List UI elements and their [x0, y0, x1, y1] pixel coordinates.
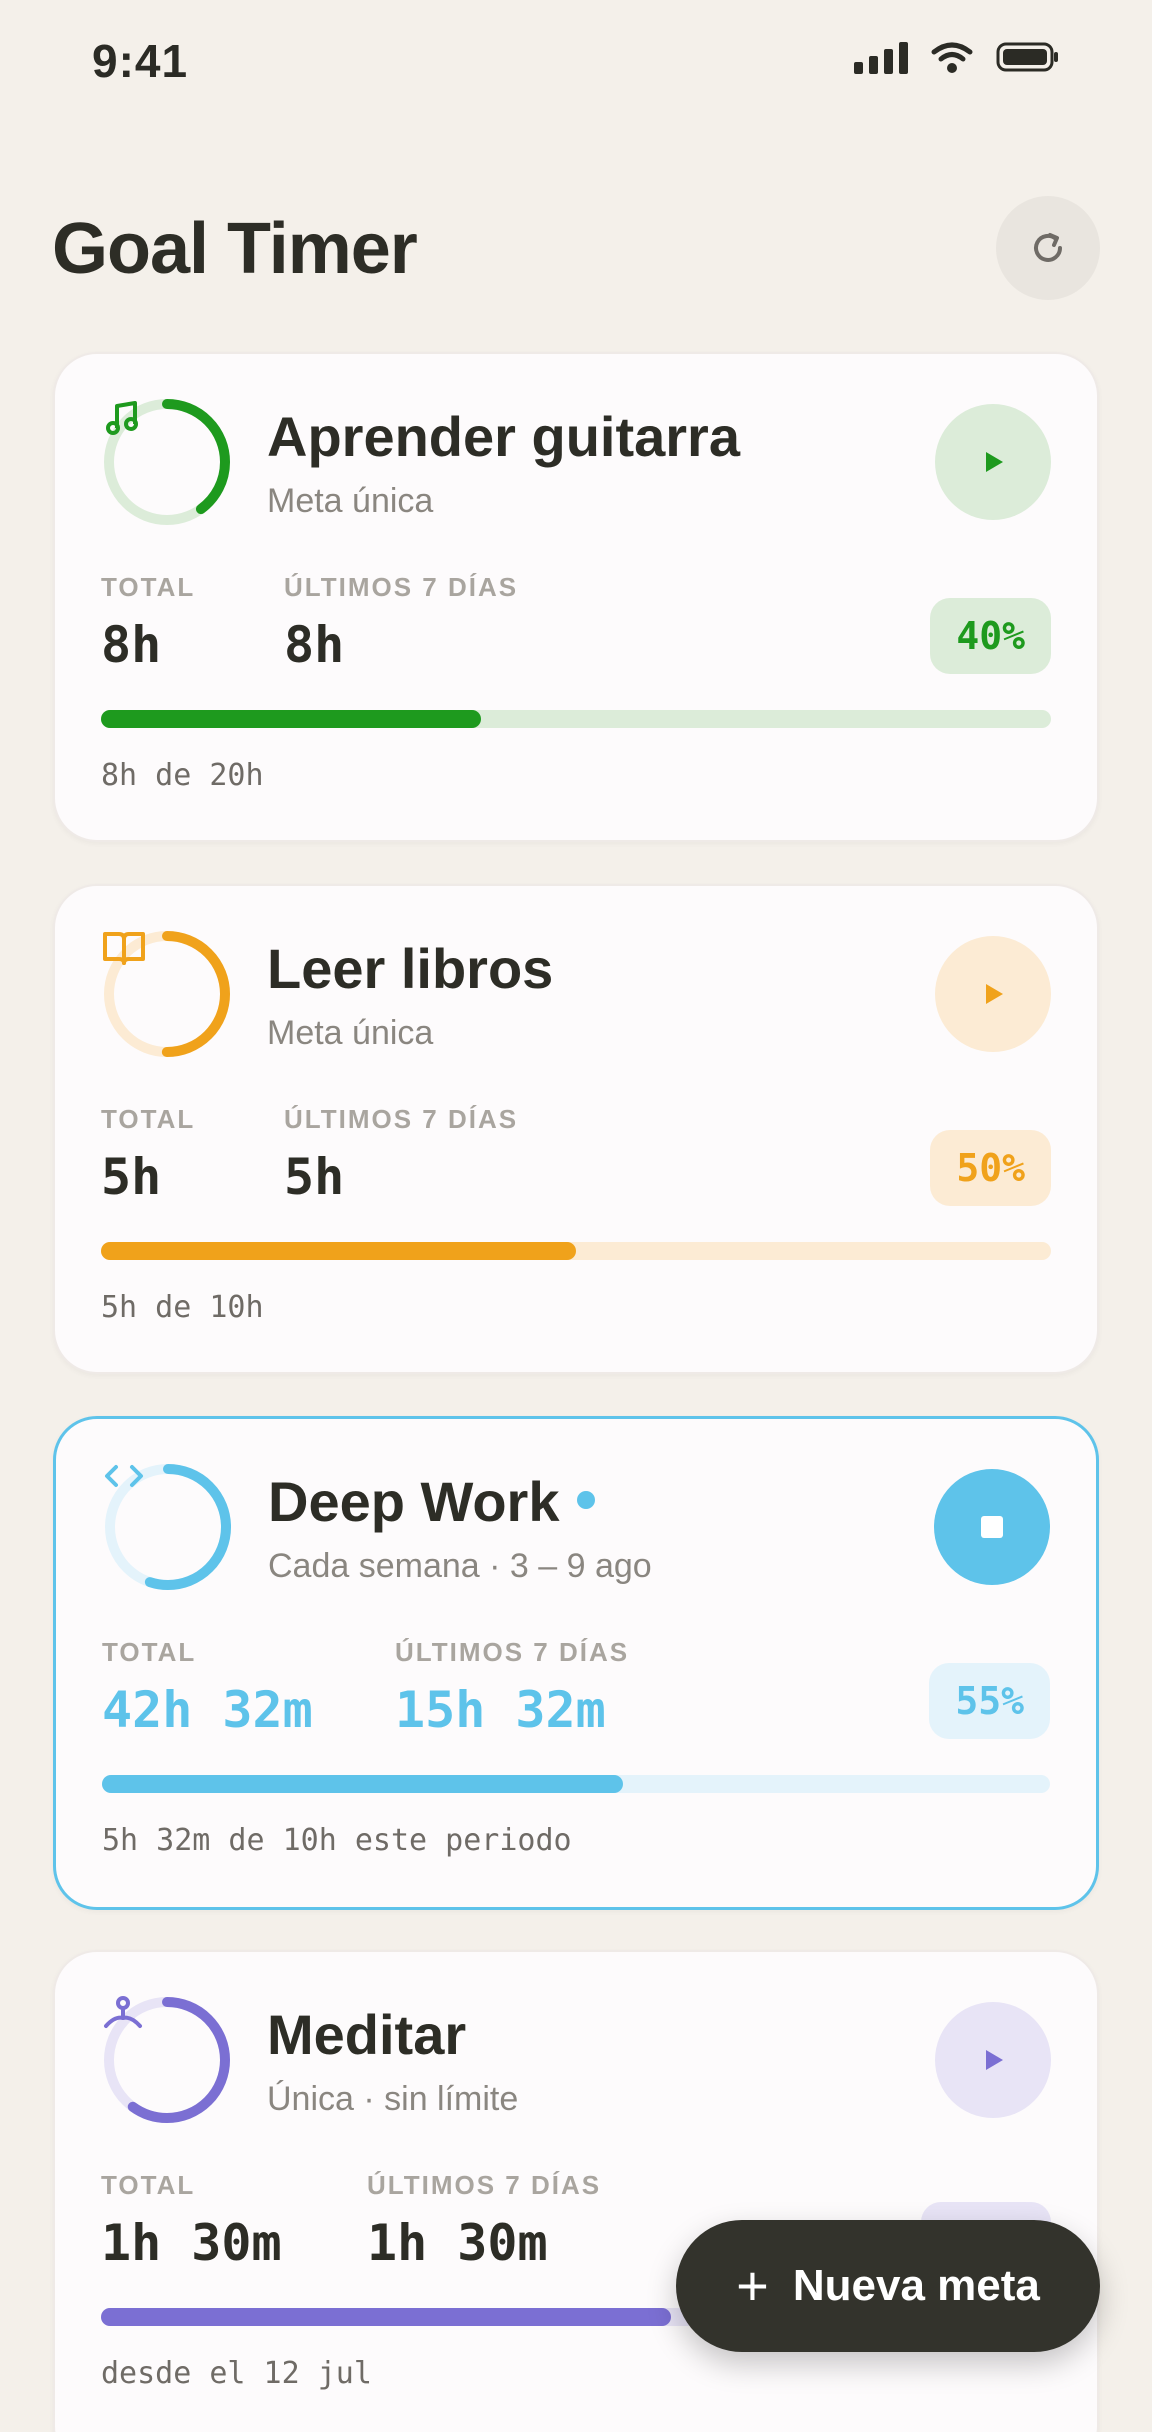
status-bar: 9:41: [0, 0, 1152, 120]
total-label: TOTAL: [101, 2170, 196, 2200]
play-icon: [986, 2050, 1003, 2070]
meditation-icon: [104, 1996, 142, 2028]
progress-bar: [101, 1242, 1051, 1260]
goal-subtitle: Cada semana · 3 – 9 ago: [268, 1547, 652, 1585]
progress-ring: [101, 1994, 233, 2126]
play-icon: [986, 452, 1003, 472]
progress-ring: [101, 396, 233, 528]
progress-ring: [102, 1461, 234, 1593]
total-label: TOTAL: [101, 572, 196, 602]
progress-bar-fill: [101, 1242, 576, 1260]
wifi-icon: [931, 42, 973, 73]
percent-badge: 50%: [930, 1130, 1051, 1206]
last7-value: 1h 30m: [367, 2214, 548, 2272]
progress-bar-fill: [102, 1775, 624, 1793]
page-title: Goal Timer: [52, 209, 418, 289]
total-label: TOTAL: [102, 1637, 197, 1667]
play-button[interactable]: [935, 2002, 1051, 2118]
status-icons: [854, 40, 1060, 74]
progress-bar: [101, 710, 1051, 728]
battery-icon: [996, 42, 1058, 72]
goal-title: Leer libros: [267, 937, 554, 1000]
goal-subtitle: Meta única: [267, 1014, 434, 1052]
total-value: 1h 30m: [101, 2214, 282, 2272]
total-value: 42h 32m: [102, 1681, 313, 1739]
goal-subtitle: Meta única: [267, 482, 434, 520]
last7-value: 5h: [284, 1148, 345, 1206]
play-button[interactable]: [935, 936, 1051, 1052]
total-value: 5h: [101, 1148, 162, 1206]
plus-icon: +: [736, 2254, 769, 2317]
progress-caption: 8h de 20h: [101, 758, 264, 793]
goal-subtitle: Única · sin límite: [267, 2080, 519, 2118]
percent-badge: 40%: [930, 598, 1051, 674]
last7-label: ÚLTIMOS 7 DÍAS: [395, 1637, 630, 1667]
goal-title: Aprender guitarra: [267, 405, 740, 468]
total-label: TOTAL: [101, 1104, 196, 1134]
status-time: 9:41: [92, 35, 189, 87]
last7-label: ÚLTIMOS 7 DÍAS: [367, 2170, 602, 2200]
new-goal-label: Nueva meta: [792, 2261, 1040, 2310]
progress-ring: [101, 928, 233, 1060]
progress-bar: [102, 1775, 1050, 1793]
code-icon: [105, 1465, 143, 1487]
goal-card[interactable]: Meditar Única · sin límite TOTAL ÚLTIMOS…: [53, 1950, 1099, 2432]
goal-card-active[interactable]: Deep Work Cada semana · 3 – 9 ago TOTAL …: [53, 1416, 1099, 1910]
play-button[interactable]: [935, 404, 1051, 520]
goal-card[interactable]: Aprender guitarra Meta única TOTAL ÚLTIM…: [53, 352, 1099, 842]
goal-title: Deep Work: [268, 1469, 596, 1534]
goal-card[interactable]: Leer libros Meta única TOTAL ÚLTIMOS 7 D…: [53, 884, 1099, 1374]
progress-bar-fill: [101, 710, 481, 728]
percent-badge: 55%: [929, 1663, 1050, 1739]
goal-title: Meditar: [267, 2003, 467, 2066]
refresh-icon: [1034, 233, 1062, 262]
progress-bar-fill: [101, 2308, 671, 2326]
refresh-button[interactable]: [996, 196, 1100, 300]
goal-title-text: Deep Work: [268, 1470, 560, 1533]
stop-icon: [981, 1516, 1003, 1538]
last7-label: ÚLTIMOS 7 DÍAS: [284, 572, 519, 602]
music-note-icon: [106, 401, 138, 435]
total-value: 8h: [101, 616, 162, 674]
progress-caption: 5h 32m de 10h este periodo: [102, 1823, 572, 1858]
last7-label: ÚLTIMOS 7 DÍAS: [284, 1104, 519, 1134]
last7-value: 15h 32m: [395, 1681, 606, 1739]
progress-caption: desde el 12 jul: [101, 2356, 372, 2391]
new-goal-button[interactable]: + Nueva meta: [676, 2220, 1100, 2352]
last7-value: 8h: [284, 616, 345, 674]
play-icon: [986, 984, 1003, 1004]
cellular-signal-icon: [854, 40, 908, 74]
stop-button[interactable]: [934, 1469, 1050, 1585]
progress-caption: 5h de 10h: [101, 1290, 264, 1325]
book-icon: [103, 932, 145, 965]
running-indicator-dot: [577, 1491, 596, 1510]
